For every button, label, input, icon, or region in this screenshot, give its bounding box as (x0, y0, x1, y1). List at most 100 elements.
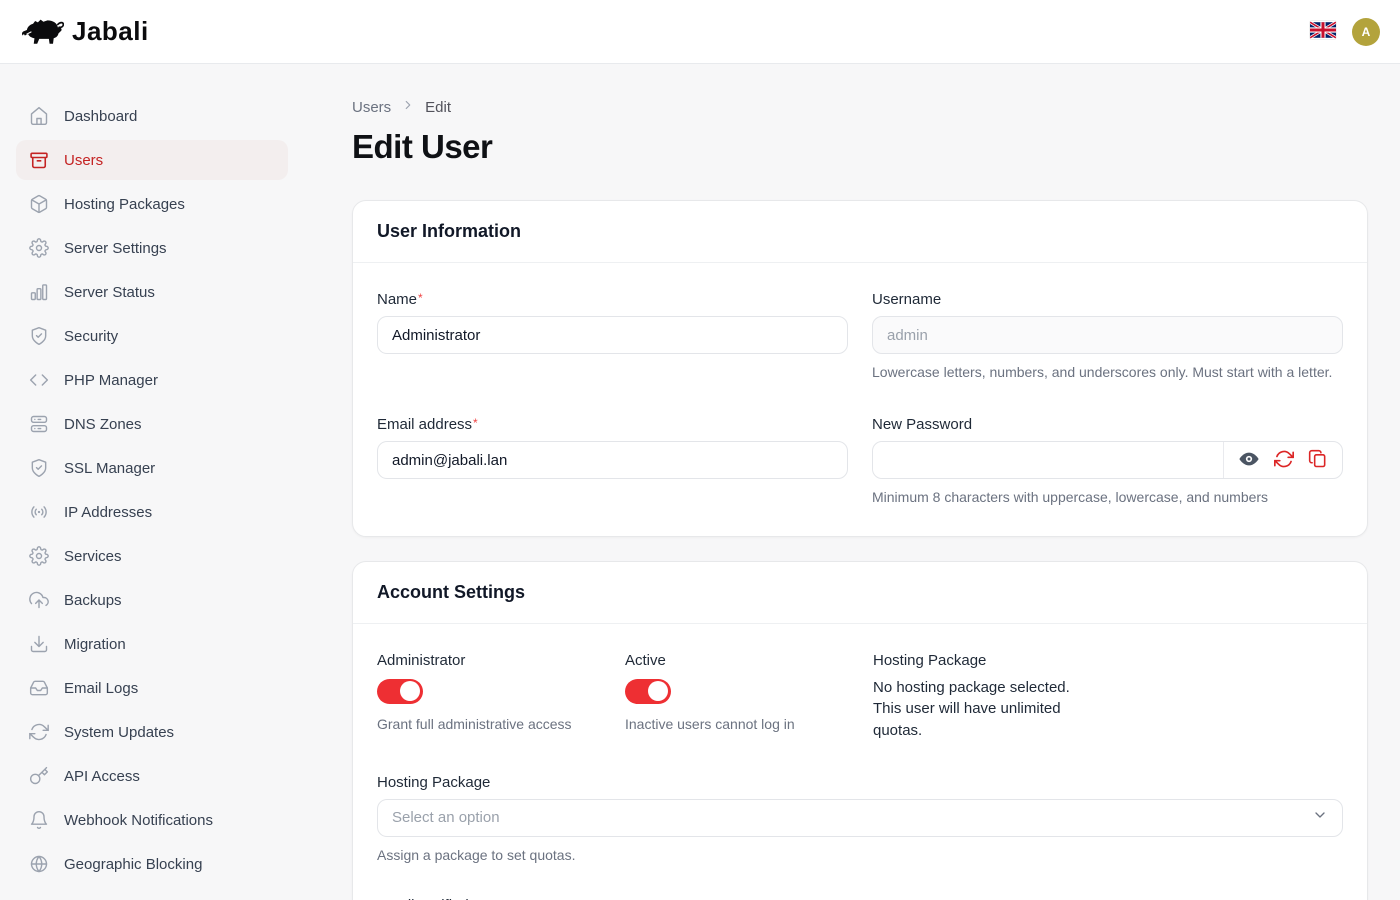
password-field-label: New Password (872, 416, 1343, 433)
refresh-icon (1274, 449, 1294, 472)
password-hint: Minimum 8 characters with uppercase, low… (872, 487, 1343, 507)
sidebar-item-webhook-notifications[interactable]: Webhook Notifications (16, 800, 288, 840)
show-password-button[interactable] (1238, 448, 1260, 473)
sidebar-item-api-access[interactable]: API Access (16, 756, 288, 796)
home-icon (28, 105, 50, 127)
password-input-wrap (872, 441, 1343, 479)
hosting-package-select-hint: Assign a package to set quotas. (377, 845, 1343, 865)
name-field-group: Name* (377, 291, 848, 382)
sidebar-item-php-manager[interactable]: PHP Manager (16, 360, 288, 400)
sidebar-item-label: Geographic Blocking (64, 856, 202, 873)
sidebar-item-users[interactable]: Users (16, 140, 288, 180)
copy-password-button[interactable] (1308, 449, 1328, 472)
sidebar-item-email-logs[interactable]: Email Logs (16, 668, 288, 708)
hosting-package-status-text: No hosting package selected. This user w… (873, 677, 1091, 742)
name-input[interactable] (377, 316, 848, 354)
sidebar-item-label: Services (64, 548, 122, 565)
sidebar-item-dns-zones[interactable]: DNS Zones (16, 404, 288, 444)
sidebar-item-label: Migration (64, 636, 126, 653)
brand[interactable]: Jabali (20, 15, 149, 49)
sidebar-item-services[interactable]: Services (16, 536, 288, 576)
user-avatar[interactable]: A (1352, 18, 1380, 46)
sidebar-item-server-settings[interactable]: Server Settings (16, 228, 288, 268)
sidebar-item-label: Server Status (64, 284, 155, 301)
sidebar-item-label: Security (64, 328, 118, 345)
username-hint: Lowercase letters, numbers, and undersco… (872, 362, 1343, 382)
sidebar-item-server-status[interactable]: Server Status (16, 272, 288, 312)
hosting-package-status-group: Hosting Package No hosting package selec… (873, 652, 1343, 742)
generate-password-button[interactable] (1274, 449, 1294, 472)
eye-icon (1238, 448, 1260, 473)
sidebar-item-label: Server Settings (64, 240, 167, 257)
sidebar-item-backups[interactable]: Backups (16, 580, 288, 620)
key-icon (28, 765, 50, 787)
sidebar-item-system-updates[interactable]: System Updates (16, 712, 288, 752)
password-input[interactable] (873, 442, 1223, 478)
code-icon (28, 369, 50, 391)
gear-icon (28, 545, 50, 567)
hosting-package-select-label: Hosting Package (377, 774, 1343, 791)
breadcrumb: Users Edit (352, 98, 1368, 116)
sidebar-item-dashboard[interactable]: Dashboard (16, 96, 288, 136)
administrator-toggle-hint: Grant full administrative access (377, 714, 625, 734)
required-asterisk: * (473, 416, 478, 430)
chevron-down-icon (1312, 807, 1328, 828)
boar-logo-icon (20, 15, 64, 49)
email-input[interactable] (377, 441, 848, 479)
active-toggle-hint: Inactive users cannot log in (625, 714, 873, 734)
username-input[interactable] (872, 316, 1343, 354)
administrator-toggle-label: Administrator (377, 652, 625, 669)
page-title: Edit User (352, 128, 1368, 166)
name-field-label: Name (377, 291, 417, 308)
chevron-right-icon (401, 98, 415, 116)
download-icon (28, 633, 50, 655)
sidebar-item-hosting-packages[interactable]: Hosting Packages (16, 184, 288, 224)
sidebar-item-ssl-manager[interactable]: SSL Manager (16, 448, 288, 488)
shield-check-icon (28, 457, 50, 479)
card-title: Account Settings (377, 582, 1343, 603)
sidebar-item-label: IP Addresses (64, 504, 152, 521)
sidebar: Dashboard Users Hosting Packages Server … (0, 64, 304, 900)
sidebar-item-label: Email Logs (64, 680, 138, 697)
breadcrumb-current: Edit (425, 99, 451, 116)
sidebar-item-label: SSL Manager (64, 460, 155, 477)
select-placeholder: Select an option (392, 809, 500, 826)
sidebar-item-label: Webhook Notifications (64, 812, 213, 829)
brand-name: Jabali (72, 16, 149, 47)
required-asterisk: * (418, 291, 423, 305)
sidebar-item-migration[interactable]: Migration (16, 624, 288, 664)
bell-icon (28, 809, 50, 831)
sidebar-item-ip-addresses[interactable]: IP Addresses (16, 492, 288, 532)
username-field-label: Username (872, 291, 1343, 308)
globe-icon (28, 853, 50, 875)
main-content: Users Edit Edit User User Information Na… (304, 64, 1400, 900)
gear-icon (28, 237, 50, 259)
sidebar-item-label: Dashboard (64, 108, 137, 125)
sidebar-item-label: System Updates (64, 724, 174, 741)
hosting-package-select[interactable]: Select an option (377, 799, 1343, 837)
sidebar-item-label: Users (64, 152, 103, 169)
refresh-icon (28, 721, 50, 743)
breadcrumb-users-link[interactable]: Users (352, 99, 391, 116)
sidebar-item-security[interactable]: Security (16, 316, 288, 356)
card-title: User Information (377, 221, 1343, 242)
administrator-toggle[interactable] (377, 679, 423, 704)
active-toggle[interactable] (625, 679, 671, 704)
cloud-upload-icon (28, 589, 50, 611)
archive-icon (28, 149, 50, 171)
server-icon (28, 413, 50, 435)
administrator-toggle-group: Administrator Grant full administrative … (377, 652, 625, 742)
language-selector[interactable] (1310, 21, 1336, 42)
uk-flag-icon (1310, 21, 1336, 42)
sidebar-item-label: DNS Zones (64, 416, 142, 433)
package-icon (28, 193, 50, 215)
sidebar-item-geographic-blocking[interactable]: Geographic Blocking (16, 844, 288, 884)
user-information-card: User Information Name* Username Lowercas… (352, 200, 1368, 537)
broadcast-icon (28, 501, 50, 523)
active-toggle-label: Active (625, 652, 873, 669)
sidebar-item-label: PHP Manager (64, 372, 158, 389)
username-field-group: Username Lowercase letters, numbers, and… (872, 291, 1343, 382)
hosting-package-select-group: Hosting Package Select an option Assign … (377, 774, 1343, 865)
hosting-package-status-label: Hosting Package (873, 652, 1343, 669)
shield-check-icon (28, 325, 50, 347)
